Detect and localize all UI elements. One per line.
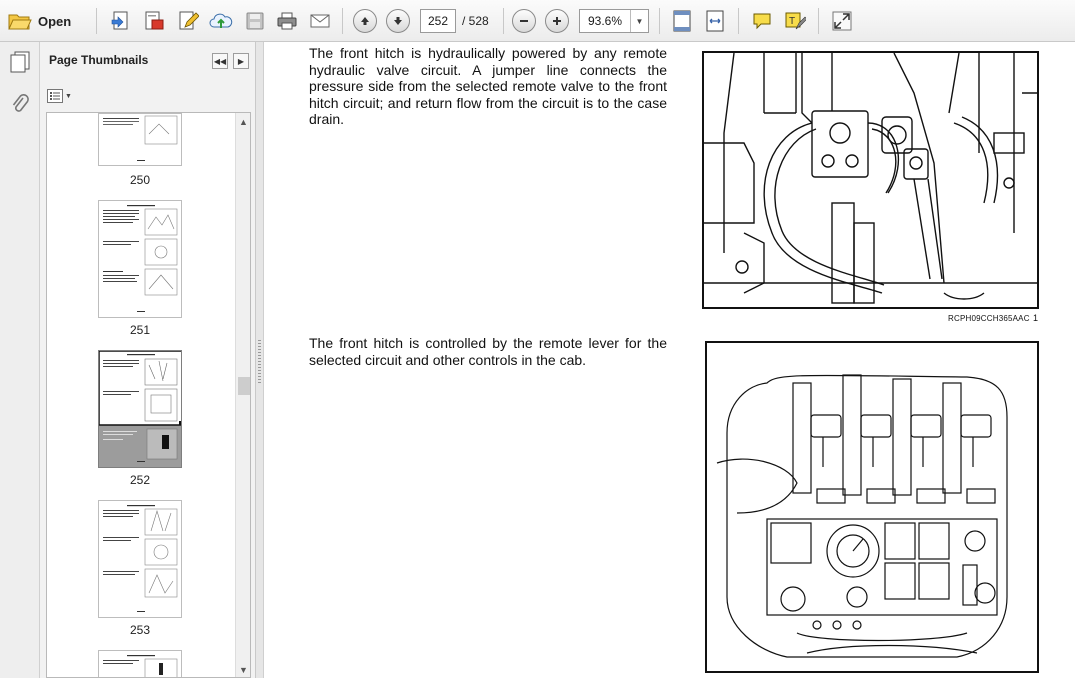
edit-pdf-icon bbox=[179, 11, 199, 30]
open-folder-icon bbox=[8, 14, 32, 30]
create-pdf-button[interactable] bbox=[108, 8, 134, 34]
double-chevron-left-icon: ◀◀ bbox=[213, 56, 227, 66]
panel-splitter[interactable] bbox=[256, 42, 264, 678]
previous-page-icon bbox=[353, 9, 377, 33]
svg-text:T: T bbox=[789, 16, 795, 27]
export-pdf-button[interactable] bbox=[141, 8, 167, 34]
fit-page-button[interactable] bbox=[669, 8, 695, 34]
full-width-icon bbox=[706, 10, 724, 32]
upload-cloud-button[interactable] bbox=[208, 8, 234, 34]
thumbnails-panel: Page Thumbnails ◀◀ ▶ ▼ 250 251 252 253 ▲… bbox=[40, 42, 256, 678]
save-button[interactable] bbox=[242, 8, 268, 34]
thumbnail-page-number: 253 bbox=[129, 623, 151, 637]
chevron-down-icon[interactable]: ▼ bbox=[630, 10, 648, 32]
toolbar-separator bbox=[818, 8, 819, 34]
edit-pdf-button[interactable] bbox=[175, 8, 201, 34]
print-button[interactable] bbox=[274, 8, 300, 34]
thumbnail-page[interactable] bbox=[98, 200, 182, 318]
figure-1-caption: RCPH09CCH365AAC bbox=[948, 314, 1030, 323]
thumbnail-list: 250 251 252 253 ▲ ▼ bbox=[46, 112, 251, 678]
highlight-icon: T bbox=[785, 12, 806, 30]
thumbnail-options-button[interactable]: ▼ bbox=[47, 89, 72, 103]
zoom-value: 93.6% bbox=[587, 14, 623, 28]
email-icon bbox=[310, 14, 330, 28]
print-icon bbox=[277, 12, 297, 30]
attachments-button[interactable] bbox=[6, 90, 34, 118]
page-thumbnails-icon bbox=[10, 51, 30, 73]
thumbnail-page-number: 250 bbox=[129, 173, 151, 187]
control-console-illustration bbox=[716, 374, 1008, 658]
scroll-up-icon[interactable]: ▲ bbox=[239, 117, 248, 127]
scroll-down-icon[interactable]: ▼ bbox=[239, 665, 248, 675]
figure-cab-control-console bbox=[705, 341, 1039, 673]
toolbar-separator bbox=[659, 8, 660, 34]
toolbar-separator bbox=[96, 8, 97, 34]
figure-front-hitch-hydraulics bbox=[702, 51, 1039, 309]
thumbnail-scrollbar[interactable]: ▲ ▼ bbox=[235, 113, 250, 677]
open-button[interactable]: Open bbox=[8, 8, 71, 34]
comment-icon bbox=[753, 13, 771, 30]
export-pdf-icon bbox=[145, 11, 164, 30]
thumbnail-page[interactable] bbox=[98, 113, 182, 166]
splitter-grip[interactable] bbox=[258, 340, 261, 384]
chevron-down-icon: ▼ bbox=[65, 92, 72, 100]
zoom-in-icon bbox=[545, 9, 569, 33]
page-total: / 528 bbox=[462, 14, 489, 28]
paragraph-remote-lever: The front hitch is controlled by the rem… bbox=[309, 335, 667, 368]
chevron-right-icon: ▶ bbox=[237, 56, 245, 66]
thumbnail-page-number: 252 bbox=[129, 473, 151, 487]
panel-title: Page Thumbnails bbox=[49, 53, 149, 67]
full-width-button[interactable] bbox=[702, 8, 728, 34]
page-number-input[interactable]: 252 bbox=[420, 9, 456, 33]
comment-button[interactable] bbox=[749, 8, 775, 34]
options-menu-icon bbox=[47, 89, 63, 103]
page-thumbnails-button[interactable] bbox=[6, 48, 34, 76]
email-button[interactable] bbox=[307, 8, 333, 34]
thumbnail-page[interactable] bbox=[98, 500, 182, 618]
scrollbar-thumb[interactable] bbox=[238, 377, 250, 395]
panel-forward-button[interactable]: ▶ bbox=[233, 53, 249, 69]
save-icon bbox=[246, 12, 264, 30]
hydraulic-hitch-illustration bbox=[704, 53, 1037, 307]
create-pdf-icon bbox=[111, 11, 128, 30]
upload-cloud-icon bbox=[209, 13, 233, 28]
toolbar-separator bbox=[342, 8, 343, 34]
highlight-button[interactable]: T bbox=[782, 8, 808, 34]
zoom-in-button[interactable] bbox=[545, 8, 569, 34]
expand-button[interactable] bbox=[829, 8, 855, 34]
open-label: Open bbox=[38, 13, 72, 29]
zoom-select[interactable]: 93.6% ▼ bbox=[579, 9, 649, 33]
main-toolbar: Open 252 / 528 93.6% ▼ T bbox=[0, 0, 1075, 42]
previous-page-button[interactable] bbox=[353, 8, 377, 34]
document-view: The front hitch is hydraulically powered… bbox=[264, 42, 1075, 678]
thumbnail-page-number: 251 bbox=[129, 323, 151, 337]
figure-1-number: 1 bbox=[1033, 313, 1039, 323]
thumbnail-page[interactable] bbox=[98, 650, 182, 677]
navigation-strip bbox=[0, 42, 40, 678]
next-page-button[interactable] bbox=[386, 8, 410, 34]
zoom-out-button[interactable] bbox=[512, 8, 536, 34]
zoom-out-icon bbox=[512, 9, 536, 33]
collapse-panel-button[interactable]: ◀◀ bbox=[212, 53, 228, 69]
expand-icon bbox=[832, 11, 852, 31]
toolbar-separator bbox=[503, 8, 504, 34]
attachments-icon bbox=[12, 93, 29, 112]
thumbnail-page-selected[interactable] bbox=[98, 350, 182, 468]
paragraph-hydraulic-circuit: The front hitch is hydraulically powered… bbox=[309, 45, 667, 127]
toolbar-separator bbox=[738, 8, 739, 34]
fit-page-icon bbox=[673, 10, 691, 32]
next-page-icon bbox=[386, 9, 410, 33]
